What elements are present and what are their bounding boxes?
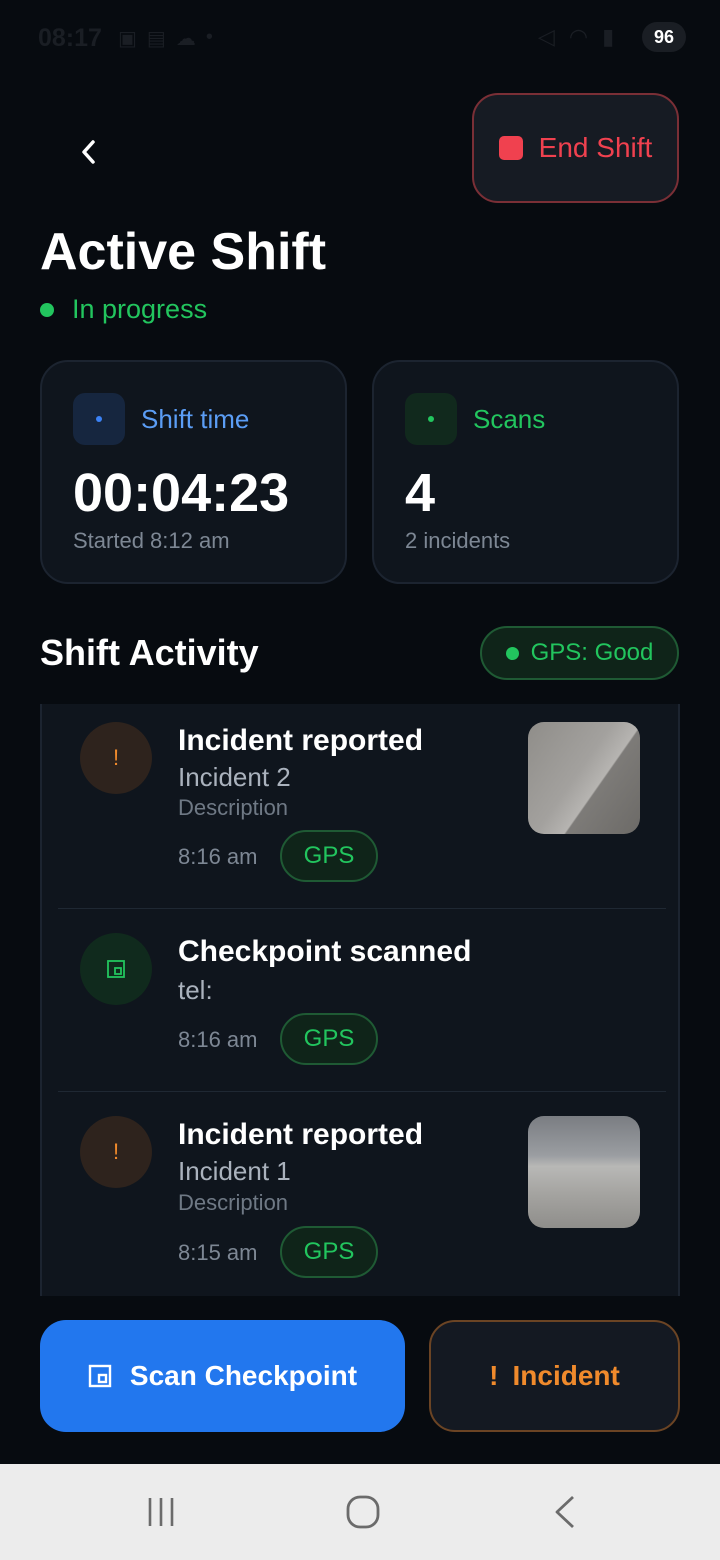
activity-list[interactable]: ! Incident reported Incident 2 Descripti… <box>40 704 680 1296</box>
shift-start-time: Started 8:12 am <box>73 528 230 553</box>
calendar-icon: ▤ <box>146 28 166 50</box>
gps-dot-icon <box>505 646 519 660</box>
item-time: 8:16 am <box>178 844 258 869</box>
app-screen: 08:17 ▣ ▤ ☁ • ◁ ◠ ▮ 96 End Shift Active … <box>0 0 720 1560</box>
battery-indicator: 96 <box>642 22 686 52</box>
gps-tag: GPS <box>280 830 378 882</box>
scan-count-icon <box>405 393 457 445</box>
home-icon <box>346 1495 380 1529</box>
exclamation-icon: ! <box>80 1116 152 1188</box>
incident-photo-thumbnail[interactable] <box>528 1116 640 1228</box>
page-title: Active Shift <box>40 223 327 281</box>
scan-checkpoint-button[interactable]: Scan Checkpoint <box>40 1320 405 1432</box>
activity-item-checkpoint[interactable]: Checkpoint scanned tel: 8:16 am GPS <box>42 909 678 1091</box>
shift-time-value: 00:04:23 <box>73 463 290 523</box>
chevron-left-icon <box>82 140 95 164</box>
recent-apps-icon <box>148 1498 174 1526</box>
status-bar: 08:17 ▣ ▤ ☁ • ◁ ◠ ▮ 96 <box>0 0 720 76</box>
shift-time-card: Shift time 00:04:23 Started 8:12 am <box>40 360 347 584</box>
item-subtitle: Incident 2 <box>178 762 291 792</box>
signal-icon: ▮ <box>602 24 615 49</box>
back-nav-icon <box>555 1495 574 1529</box>
item-time: 8:16 am <box>178 1027 258 1052</box>
item-title: Incident reported <box>178 1118 424 1151</box>
status-dot-icon <box>40 302 54 317</box>
back-button[interactable] <box>64 126 114 178</box>
gps-tag: GPS <box>280 1226 378 1278</box>
activity-item-incident[interactable]: ! Incident reported Incident 2 Descripti… <box>42 704 678 908</box>
item-description: Description <box>178 795 289 820</box>
qr-scan-icon <box>88 1364 112 1388</box>
end-shift-button[interactable]: End Shift <box>472 93 679 203</box>
section-title: Shift Activity <box>40 632 259 673</box>
item-subtitle: tel: <box>178 975 213 1005</box>
back-nav-button[interactable] <box>540 1490 590 1534</box>
scans-card: Scans 4 2 incidents <box>372 360 679 584</box>
home-button[interactable] <box>338 1490 388 1534</box>
exclamation-icon: ! <box>80 722 152 794</box>
item-description: Description <box>178 1190 289 1215</box>
item-time: 8:15 am <box>178 1240 258 1265</box>
wifi-icon: ◠ <box>568 24 589 49</box>
item-title: Incident reported <box>178 724 424 757</box>
incidents-count: 2 incidents <box>405 528 511 553</box>
incident-photo-thumbnail[interactable] <box>528 722 640 834</box>
shift-time-label: Shift time <box>141 404 250 434</box>
gps-status-badge: GPS: Good <box>480 626 679 680</box>
status-text: In progress <box>72 294 208 324</box>
incident-label: Incident <box>512 1360 620 1391</box>
clock-icon <box>73 393 125 445</box>
scans-value: 4 <box>405 463 436 523</box>
recent-apps-button[interactable] <box>136 1490 186 1534</box>
scan-checkpoint-label: Scan Checkpoint <box>129 1360 358 1391</box>
notification-icons: ▣ ▤ ☁ • <box>118 26 213 51</box>
shift-status: In progress <box>40 294 207 325</box>
gps-status-label: GPS: Good <box>530 639 654 666</box>
qr-scan-icon <box>80 933 152 1005</box>
cloud-icon: ☁ <box>175 28 196 50</box>
stop-icon <box>498 136 523 160</box>
activity-item-incident[interactable]: ! Incident reported Incident 1 Descripti… <box>42 1092 678 1296</box>
item-title: Checkpoint scanned <box>178 935 472 968</box>
item-subtitle: Incident 1 <box>178 1156 291 1186</box>
status-time: 08:17 <box>38 24 102 52</box>
gps-tag: GPS <box>280 1013 378 1065</box>
scans-label: Scans <box>473 404 546 434</box>
end-shift-label: End Shift <box>538 132 653 163</box>
mute-icon: ◁ <box>538 24 555 49</box>
report-incident-button[interactable]: ! Incident <box>429 1320 680 1432</box>
navigation-bar <box>0 1464 720 1560</box>
system-icons: ◁ ◠ ▮ <box>538 24 614 50</box>
exclamation-icon: ! <box>489 1360 499 1391</box>
dot-icon: • <box>205 26 213 48</box>
screenshot-icon: ▣ <box>118 28 137 50</box>
